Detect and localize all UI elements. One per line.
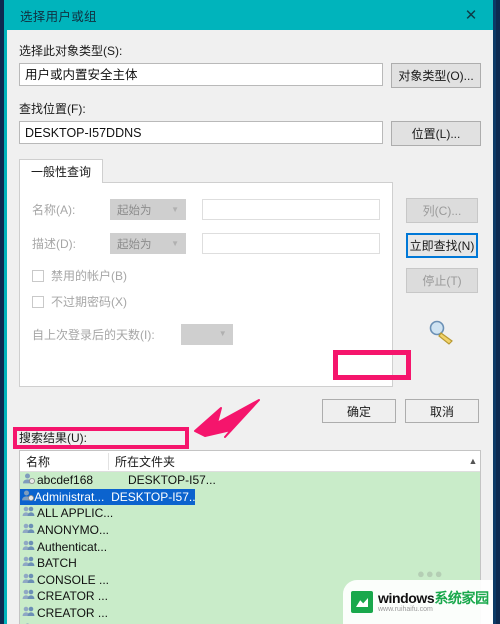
name-label: 名称(A): [32, 203, 76, 217]
user-icon [20, 473, 37, 487]
table-row[interactable]: ANONYMO... [20, 522, 480, 539]
object-type-row: 用户或内置安全主体 对象类型(O)... [19, 63, 481, 88]
dialog-button-row: 确定 取消 [19, 399, 481, 423]
common-queries-panel: 名称(A): 起始为 ▼ 描述(D): 起始为 ▼ 禁用的帐户(B) 不过期密码… [19, 182, 393, 387]
days-since-logon-row: 自上次登录后的天数(I): ▼ [32, 324, 380, 345]
watermark-brand-en: windows [378, 589, 435, 606]
group-icon [20, 589, 37, 603]
row-name: CREATOR ... [37, 606, 108, 621]
group-icon [20, 506, 37, 520]
disabled-accounts-row[interactable]: 禁用的帐户(B) [32, 267, 380, 284]
object-type-field[interactable]: 用户或内置安全主体 [19, 63, 383, 86]
name-condition-select[interactable]: 起始为 ▼ [110, 199, 186, 220]
row-name: CONSOLE ... [37, 572, 110, 587]
chevron-down-icon: ▼ [218, 329, 227, 338]
locations-button[interactable]: 位置(L)... [391, 121, 481, 146]
stop-button[interactable]: 停止(T) [406, 268, 478, 293]
non-expiring-password-checkbox[interactable] [32, 295, 44, 308]
group-icon [20, 573, 37, 587]
magnifier-glyph [429, 320, 453, 345]
dialog-title: 选择用户或组 [20, 9, 97, 24]
row-name: ALL APPLIC... [37, 506, 114, 521]
cancel-button[interactable]: 取消 [405, 399, 479, 423]
name-query-row: 名称(A): 起始为 ▼ [32, 199, 380, 220]
table-row[interactable]: abcdef168 DESKTOP-I57... [20, 472, 480, 489]
watermark-text: windows系统家园 www.ruihaifu.com [378, 591, 489, 613]
table-row[interactable]: Authenticat... [20, 538, 480, 555]
row-folder: DESKTOP-I57... [128, 473, 216, 488]
days-since-logon-select[interactable]: ▼ [180, 324, 233, 345]
tab-common-queries[interactable]: 一般性查询 [19, 159, 104, 183]
group-icon [20, 540, 37, 554]
watermark-url: www.ruihaifu.com [378, 605, 433, 613]
watermark-brand: windows系统家园 [378, 591, 489, 606]
row-folder: DESKTOP-I57... [111, 489, 195, 504]
disabled-accounts-checkbox[interactable] [32, 269, 44, 282]
search-results-label: 搜索结果(U): [19, 431, 87, 445]
dialog-client-area: 选择此对象类型(S): 用户或内置安全主体 对象类型(O)... 查找位置(F)… [7, 42, 493, 624]
row-name: abcdef168 [37, 473, 94, 488]
table-row[interactable]: Administrat... DESKTOP-I57... [20, 488, 195, 506]
find-now-button[interactable]: 立即查找(N) [406, 233, 478, 258]
description-input[interactable] [202, 233, 380, 254]
disabled-accounts-label: 禁用的帐户(B) [51, 269, 127, 283]
location-row: DESKTOP-I57DDNS 位置(L)... [19, 121, 481, 146]
side-button-column: 列(C)... 立即查找(N) 停止(T) [403, 182, 481, 387]
group-icon [20, 606, 37, 620]
close-icon[interactable]: ✕ [449, 0, 493, 30]
object-types-button[interactable]: 对象类型(O)... [391, 63, 481, 88]
watermark-logo-icon [351, 591, 373, 613]
results-header-row: 名称 所在文件夹 ▲ [20, 451, 480, 472]
days-since-logon-label: 自上次登录后的天数(I): [32, 328, 155, 342]
chevron-down-icon: ▼ [171, 239, 179, 248]
location-field[interactable]: DESKTOP-I57DDNS [19, 121, 383, 144]
group-icon [20, 523, 37, 537]
tab-strip: 一般性查询 [19, 159, 481, 183]
user-icon [20, 490, 34, 504]
chevron-up-icon[interactable]: ▲ [466, 456, 480, 466]
select-users-or-groups-dialog: 选择用户或组 ✕ 选择此对象类型(S): 用户或内置安全主体 对象类型(O)..… [4, 0, 496, 624]
row-name: Administrat... [34, 489, 105, 504]
query-panel-wrapper: 名称(A): 起始为 ▼ 描述(D): 起始为 ▼ 禁用的帐户(B) 不过期密码… [19, 182, 481, 387]
column-header-name[interactable]: 名称 [20, 453, 108, 470]
watermark-brand-cn: 系统家园 [434, 589, 489, 606]
non-expiring-password-label: 不过期密码(X) [51, 295, 127, 309]
name-condition-value: 起始为 [117, 204, 152, 217]
name-input[interactable] [202, 199, 380, 220]
description-query-row: 描述(D): 起始为 ▼ [32, 233, 380, 254]
description-label: 描述(D): [32, 237, 76, 251]
table-row[interactable]: ALL APPLIC... [20, 505, 480, 522]
non-expiring-password-row[interactable]: 不过期密码(X) [32, 293, 380, 310]
row-name: CREATOR ... [37, 589, 108, 604]
watermark: windows系统家园 www.ruihaifu.com [343, 580, 493, 624]
location-label: 查找位置(F): [19, 102, 86, 116]
title-bar: 选择用户或组 ✕ [7, 0, 493, 30]
row-name: BATCH [37, 556, 77, 571]
ok-button[interactable]: 确定 [322, 399, 396, 423]
chevron-down-icon: ▼ [171, 205, 179, 214]
column-header-folder[interactable]: 所在文件夹 [108, 452, 196, 470]
description-condition-value: 起始为 [117, 238, 152, 251]
description-condition-select[interactable]: 起始为 ▼ [110, 233, 186, 254]
magnifier-icon [427, 319, 457, 349]
row-name: ANONYMO... [37, 523, 110, 538]
object-type-label: 选择此对象类型(S): [19, 44, 123, 58]
columns-button[interactable]: 列(C)... [406, 198, 478, 223]
row-name: Authenticat... [37, 539, 108, 554]
desktop-background: 选择用户或组 ✕ 选择此对象类型(S): 用户或内置安全主体 对象类型(O)..… [0, 0, 500, 624]
table-row[interactable]: BATCH [20, 555, 480, 572]
group-icon [20, 556, 37, 570]
